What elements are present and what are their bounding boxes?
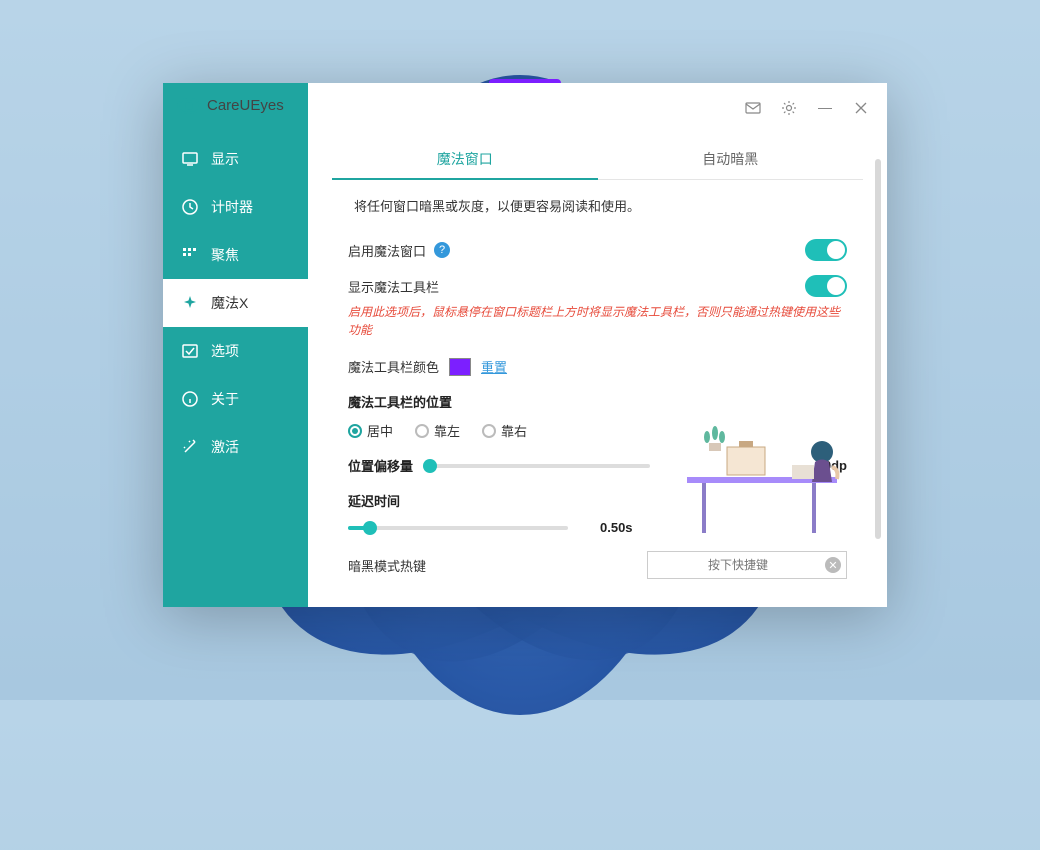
wand-icon — [181, 438, 199, 456]
sidebar-item-about[interactable]: 关于 — [163, 375, 308, 423]
hotkey-row: 暗黑模式热键 ✕ — [348, 551, 847, 579]
sub-tabs: 魔法窗口 自动暗黑 — [332, 139, 863, 180]
sliders-icon — [181, 342, 199, 360]
toolbar-warning: 启用此选项后，鼠标悬停在窗口标题栏上方时将显示魔法工具栏，否则只能通过热键使用这… — [348, 303, 847, 339]
sidebar-item-label: 聚焦 — [211, 245, 239, 265]
content-area: 将任何窗口暗黑或灰度，以便更容易阅读和使用。 启用魔法窗口 ? 显示魔法工具栏 … — [308, 180, 887, 607]
sidebar-item-label: 关于 — [211, 389, 239, 409]
minimize-button[interactable] — [807, 90, 843, 126]
settings-button[interactable] — [771, 90, 807, 126]
sidebar-item-label: 魔法X — [211, 293, 248, 313]
app-title: CareUEyes — [207, 97, 284, 114]
help-icon[interactable]: ? — [434, 242, 450, 258]
show-toolbar-row: 显示魔法工具栏 — [348, 275, 847, 297]
sidebar-item-label: 激活 — [211, 437, 239, 457]
radio-right[interactable]: 靠右 — [482, 421, 527, 440]
hotkey-clear-icon[interactable]: ✕ — [825, 557, 841, 573]
radio-icon — [348, 424, 362, 438]
radio-center[interactable]: 居中 — [348, 421, 393, 440]
reset-color-link[interactable]: 重置 — [481, 357, 507, 376]
color-swatch[interactable] — [449, 358, 471, 376]
sidebar-item-activate[interactable]: 激活 — [163, 423, 308, 471]
sidebar-item-label: 显示 — [211, 149, 239, 169]
show-toolbar-toggle[interactable] — [805, 275, 847, 297]
sparkle-icon — [181, 294, 199, 312]
offset-label: 位置偏移量 — [348, 456, 418, 475]
offset-slider[interactable] — [430, 464, 650, 468]
enable-magic-row: 启用魔法窗口 ? — [348, 239, 847, 261]
show-toolbar-label: 显示魔法工具栏 — [348, 277, 439, 296]
sidebar-item-options[interactable]: 选项 — [163, 327, 308, 375]
main-panel: 魔法窗口 自动暗黑 将任何窗口暗黑或灰度，以便更容易阅读和使用。 启用魔法窗口 … — [308, 83, 887, 607]
sidebar-item-timer[interactable]: 计时器 — [163, 183, 308, 231]
radio-icon — [482, 424, 496, 438]
enable-magic-label: 启用魔法窗口 — [348, 241, 426, 260]
hotkey-label: 暗黑模式热键 — [348, 556, 426, 575]
monitor-icon — [181, 150, 199, 168]
sidebar-item-focus[interactable]: 聚焦 — [163, 231, 308, 279]
desk-illustration — [677, 407, 867, 547]
eye-icon — [177, 98, 201, 114]
app-window: CareUEyes 暗黑 灰色 显示 计时器 聚焦 魔法X 选项 关于 — [163, 83, 887, 607]
mail-button[interactable] — [735, 90, 771, 126]
radio-left[interactable]: 靠左 — [415, 421, 460, 440]
delay-value: 0.50s — [600, 520, 633, 535]
hotkey-input[interactable] — [647, 551, 847, 579]
titlebar — [308, 83, 887, 133]
sidebar-item-label: 计时器 — [211, 197, 253, 217]
sidebar-item-label: 选项 — [211, 341, 239, 361]
intro-text: 将任何窗口暗黑或灰度，以便更容易阅读和使用。 — [354, 196, 847, 215]
close-button[interactable] — [843, 90, 879, 126]
toolbar-color-label: 魔法工具栏颜色 — [348, 357, 439, 376]
sidebar-item-display[interactable]: 显示 — [163, 135, 308, 183]
tab-auto-dark[interactable]: 自动暗黑 — [598, 139, 864, 179]
app-logo: CareUEyes — [177, 97, 284, 114]
grid-icon — [181, 246, 199, 264]
tab-magic-window[interactable]: 魔法窗口 — [332, 139, 598, 179]
delay-slider[interactable] — [348, 526, 568, 530]
toolbar-color-row: 魔法工具栏颜色 重置 — [348, 357, 847, 376]
radio-icon — [415, 424, 429, 438]
sidebar: 显示 计时器 聚焦 魔法X 选项 关于 激活 — [163, 83, 308, 607]
sidebar-item-magicx[interactable]: 魔法X — [163, 279, 308, 327]
clock-icon — [181, 198, 199, 216]
enable-magic-toggle[interactable] — [805, 239, 847, 261]
info-icon — [181, 390, 199, 408]
